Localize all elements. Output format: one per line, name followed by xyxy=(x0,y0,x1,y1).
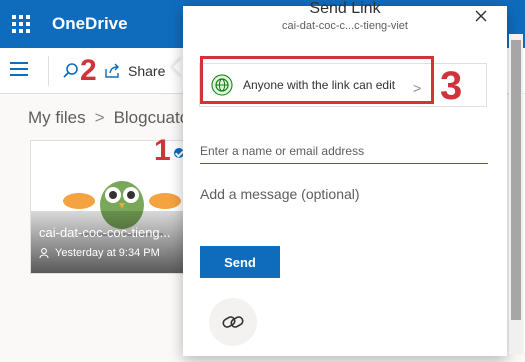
file-name[interactable]: cai-dat-coc-coc-tieng... xyxy=(39,225,187,240)
share-icon xyxy=(105,63,119,78)
annotation-highlight-box xyxy=(200,56,434,104)
breadcrumb: My files > Blogcuato xyxy=(28,108,189,128)
link-icon xyxy=(222,316,244,328)
breadcrumb-item-folder[interactable]: Blogcuato xyxy=(114,108,190,127)
annotation-marker-2: 2 xyxy=(80,54,97,87)
file-modified-text: Yesterday at 9:34 PM xyxy=(55,247,160,259)
hamburger-menu-icon[interactable] xyxy=(10,62,28,78)
breadcrumb-separator: > xyxy=(94,108,105,127)
scrollbar[interactable] xyxy=(509,34,523,354)
recipient-input[interactable] xyxy=(200,138,488,164)
people-icon xyxy=(39,248,49,259)
dialog-title: Send Link xyxy=(309,0,381,17)
file-modified: Yesterday at 9:34 PM xyxy=(39,247,160,259)
app-title[interactable]: OneDrive xyxy=(52,14,128,34)
send-button[interactable]: Send xyxy=(200,246,280,278)
app-launcher-icon[interactable] xyxy=(12,15,30,33)
divider xyxy=(48,56,49,86)
breadcrumb-item-my-files[interactable]: My files xyxy=(28,108,86,127)
thumbnail-overlay xyxy=(31,211,189,273)
search-icon[interactable] xyxy=(62,62,80,80)
scrollbar-thumb[interactable] xyxy=(511,40,521,320)
copy-link-button[interactable] xyxy=(209,298,257,346)
dialog-subtitle: cai-dat-coc-c...c-tieng-viet xyxy=(282,20,408,32)
message-input[interactable] xyxy=(200,186,488,226)
annotation-marker-3: 3 xyxy=(440,64,463,108)
close-icon[interactable] xyxy=(473,8,489,24)
share-label: Share xyxy=(128,63,166,79)
annotation-marker-1: 1 xyxy=(154,134,171,167)
share-button[interactable]: Share xyxy=(104,60,165,82)
